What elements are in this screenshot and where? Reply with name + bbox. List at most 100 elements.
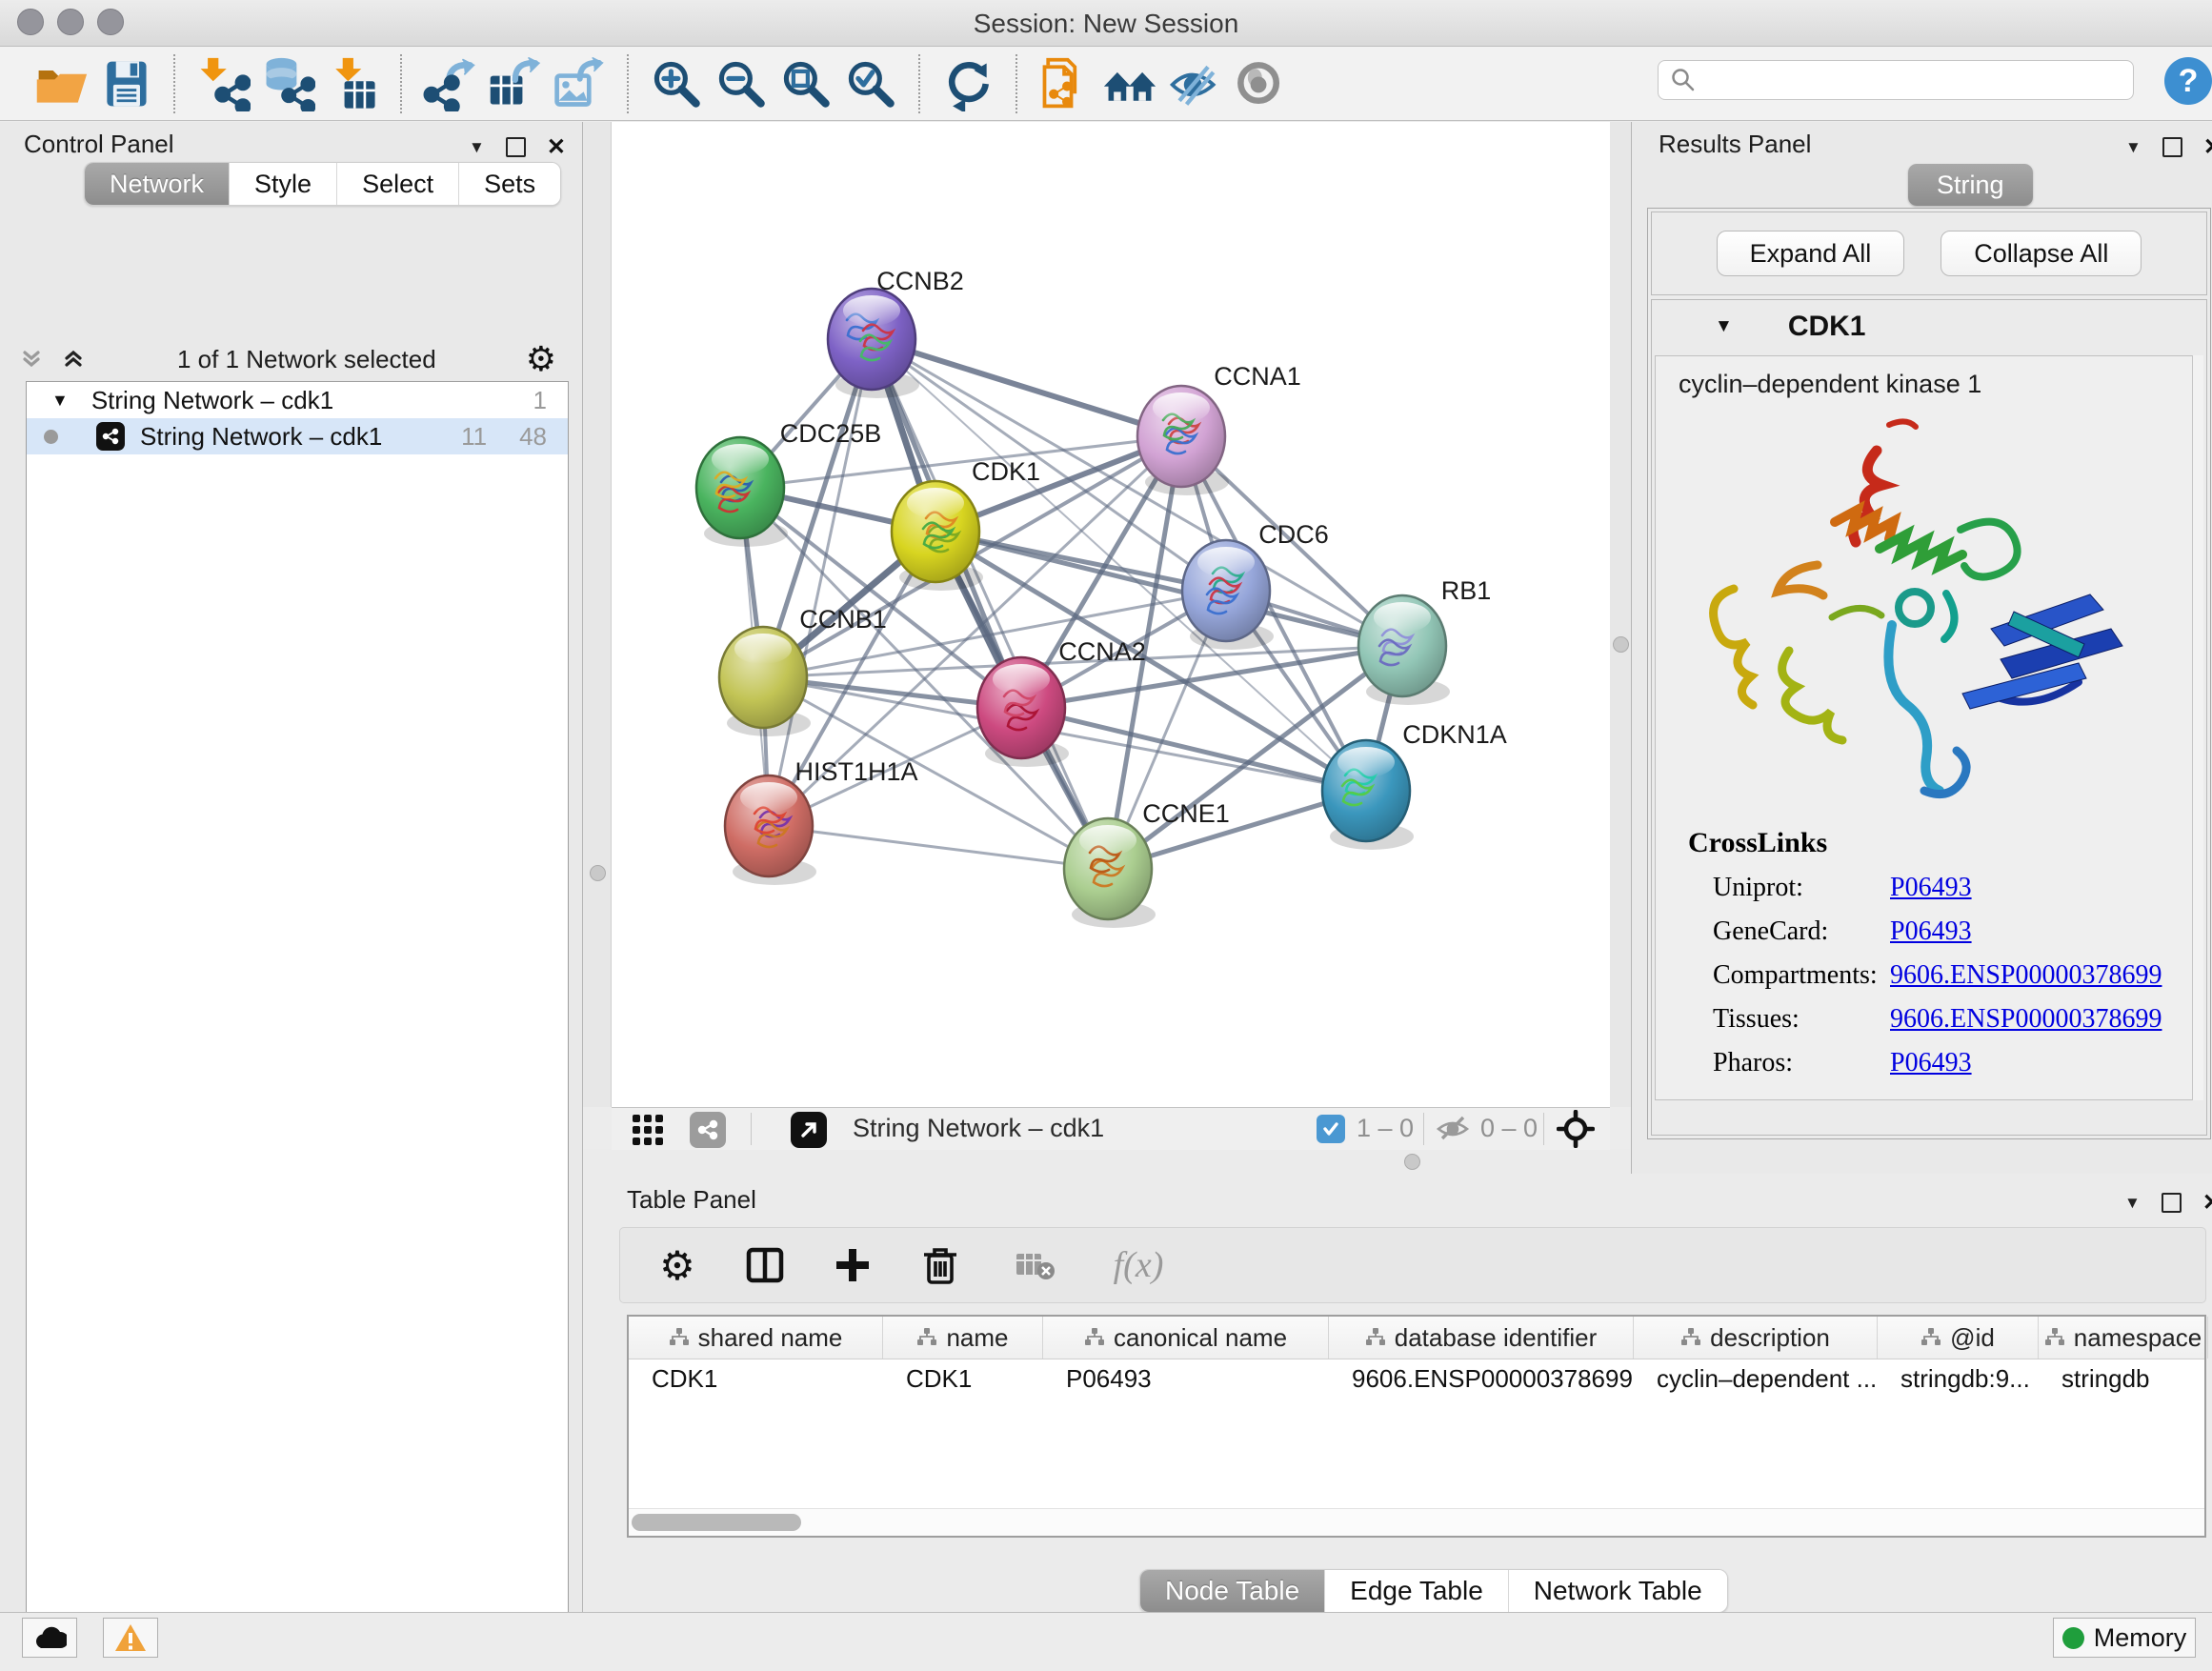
import-network-file-button[interactable] — [191, 53, 255, 114]
network-collection-row[interactable]: ▼ String Network – cdk1 1 — [27, 382, 568, 418]
scrollbar-thumb[interactable] — [632, 1514, 801, 1531]
node-table[interactable]: shared namenamecanonical namedatabase id… — [627, 1315, 2206, 1538]
zoom-out-button[interactable] — [709, 53, 774, 114]
tab-edge-table[interactable]: Edge Table — [1325, 1570, 1509, 1612]
refresh-button[interactable] — [935, 53, 1000, 114]
hide-eye-button[interactable] — [1162, 53, 1227, 114]
import-network-database-button[interactable] — [255, 53, 320, 114]
panel-close-icon[interactable]: ✕ — [2202, 1189, 2212, 1217]
column-header-name[interactable]: name — [883, 1317, 1043, 1359]
column-header-namespace[interactable]: namespace — [2039, 1317, 2208, 1359]
crosslink-link[interactable]: 9606.ENSP00000378699 — [1890, 1004, 2162, 1035]
right-splitter[interactable] — [1610, 122, 1631, 1107]
network-edge[interactable] — [769, 826, 1108, 869]
crosslink-link[interactable]: 9606.ENSP00000378699 — [1890, 960, 2162, 991]
table-horizontal-scrollbar[interactable] — [629, 1508, 2204, 1536]
column-header-description[interactable]: description — [1634, 1317, 1878, 1359]
results-scrollbar[interactable] — [2192, 355, 2203, 1100]
tab-network-table[interactable]: Network Table — [1509, 1570, 1727, 1612]
network-node-HIST1H1A[interactable]: HIST1H1A — [725, 757, 918, 885]
crosslink-link[interactable]: P06493 — [1890, 916, 1972, 947]
table-cell[interactable]: cyclin–dependent ... — [1634, 1364, 1878, 1394]
string-network-graph[interactable]: CCNB2CCNA1CDC25BCDK1CDC6RB1CCNB1CCNA2CDK… — [612, 122, 1610, 1107]
import-table-button[interactable] — [320, 53, 385, 114]
open-in-window-icon[interactable] — [791, 1112, 827, 1148]
panel-menu-icon[interactable]: ▼ — [2125, 138, 2142, 157]
expand-all-icon[interactable] — [59, 345, 88, 373]
column-header-canonical-name[interactable]: canonical name — [1043, 1317, 1329, 1359]
network-node-CCNE1[interactable]: CCNE1 — [1064, 799, 1230, 928]
expand-all-button[interactable]: Expand All — [1717, 231, 1905, 276]
export-table-button[interactable] — [482, 53, 547, 114]
splitter-handle-icon[interactable] — [590, 865, 606, 881]
string-home-button[interactable] — [1097, 53, 1162, 114]
panel-close-icon[interactable]: ✕ — [2203, 133, 2212, 161]
grid-view-icon[interactable] — [631, 1113, 665, 1152]
network-edge[interactable] — [872, 339, 1108, 869]
panel-close-icon[interactable]: ✕ — [547, 133, 566, 161]
show-eye-button[interactable] — [1227, 53, 1292, 114]
network-options-gear-icon[interactable]: ⚙ — [526, 342, 556, 376]
network-edge[interactable] — [1021, 708, 1366, 791]
show-columns-icon[interactable] — [742, 1242, 788, 1288]
crosslink-link[interactable]: P06493 — [1890, 1048, 1972, 1078]
memory-button[interactable]: Memory — [2053, 1618, 2196, 1658]
protein-section-header[interactable]: ▼ CDK1 — [1652, 300, 2206, 353]
cloud-button[interactable] — [22, 1618, 77, 1658]
table-options-gear-icon[interactable]: ⚙ — [654, 1242, 700, 1288]
crosslink-link[interactable]: P06493 — [1890, 873, 1972, 903]
table-cell[interactable]: P06493 — [1043, 1364, 1329, 1394]
network-node-CCNA1[interactable]: CCNA1 — [1137, 362, 1301, 495]
export-network-button[interactable] — [417, 53, 482, 114]
save-session-button[interactable] — [93, 53, 158, 114]
open-session-button[interactable] — [29, 53, 93, 114]
table-row[interactable]: CDK1CDK1P064939606.ENSP00000378699cyclin… — [629, 1359, 2204, 1398]
network-node-CDK1[interactable]: CDK1 — [892, 457, 1040, 591]
search-input[interactable] — [1658, 60, 2134, 100]
tab-string[interactable]: String — [1908, 164, 2033, 206]
table-cell[interactable]: CDK1 — [629, 1364, 883, 1394]
column-header-database-identifier[interactable]: database identifier — [1329, 1317, 1634, 1359]
zoom-fit-button[interactable] — [774, 53, 838, 114]
network-node-RB1[interactable]: RB1 — [1358, 576, 1491, 705]
tab-sets[interactable]: Sets — [459, 163, 560, 205]
warning-button[interactable] — [103, 1618, 158, 1658]
help-button[interactable]: ? — [2164, 57, 2212, 105]
hidden-eye-icon[interactable] — [1435, 1114, 1471, 1149]
panel-float-icon[interactable] — [2162, 1193, 2182, 1213]
panel-menu-icon[interactable]: ▼ — [2124, 1194, 2141, 1213]
panel-float-icon[interactable] — [506, 137, 526, 157]
zoom-selected-button[interactable] — [838, 53, 903, 114]
share-document-button[interactable] — [1033, 53, 1097, 114]
network-node-CDC6[interactable]: CDC6 — [1182, 520, 1329, 650]
panel-float-icon[interactable] — [2162, 137, 2182, 157]
delete-column-icon[interactable] — [917, 1242, 963, 1288]
table-cell[interactable]: 9606.ENSP00000378699 — [1329, 1364, 1634, 1394]
collapse-all-icon[interactable] — [17, 345, 46, 373]
export-image-button[interactable] — [547, 53, 612, 114]
selected-checkbox-icon[interactable] — [1317, 1115, 1345, 1143]
network-row[interactable]: String Network – cdk1 11 48 — [27, 418, 568, 454]
network-node-CDKN1A[interactable]: CDKN1A — [1322, 720, 1507, 850]
network-share-icon[interactable] — [690, 1112, 726, 1148]
left-splitter[interactable] — [583, 122, 612, 1107]
splitter-handle-icon[interactable] — [1404, 1154, 1420, 1170]
function-builder-icon[interactable]: f(x) — [1100, 1242, 1176, 1288]
network-edge[interactable] — [769, 339, 872, 826]
panel-menu-icon[interactable]: ▼ — [469, 138, 485, 157]
tab-style[interactable]: Style — [230, 163, 337, 205]
zoom-in-button[interactable] — [644, 53, 709, 114]
bottom-splitter[interactable] — [583, 1149, 1631, 1174]
section-collapse-icon[interactable]: ▼ — [1715, 316, 1733, 337]
network-node-CCNB1[interactable]: CCNB1 — [719, 605, 887, 736]
tab-node-table[interactable]: Node Table — [1140, 1570, 1325, 1612]
network-canvas[interactable]: CCNB2CCNA1CDC25BCDK1CDC6RB1CCNB1CCNA2CDK… — [612, 122, 1610, 1107]
table-cell[interactable]: stringdb:9... — [1878, 1364, 2039, 1394]
splitter-handle-icon[interactable] — [1613, 636, 1629, 653]
delete-table-icon[interactable] — [1013, 1242, 1058, 1288]
column-header-shared-name[interactable]: shared name — [629, 1317, 883, 1359]
table-cell[interactable]: stringdb — [2039, 1364, 2208, 1394]
tab-network[interactable]: Network — [85, 163, 230, 205]
network-node-CCNB2[interactable]: CCNB2 — [828, 267, 964, 398]
column-header--id[interactable]: @id — [1878, 1317, 2039, 1359]
